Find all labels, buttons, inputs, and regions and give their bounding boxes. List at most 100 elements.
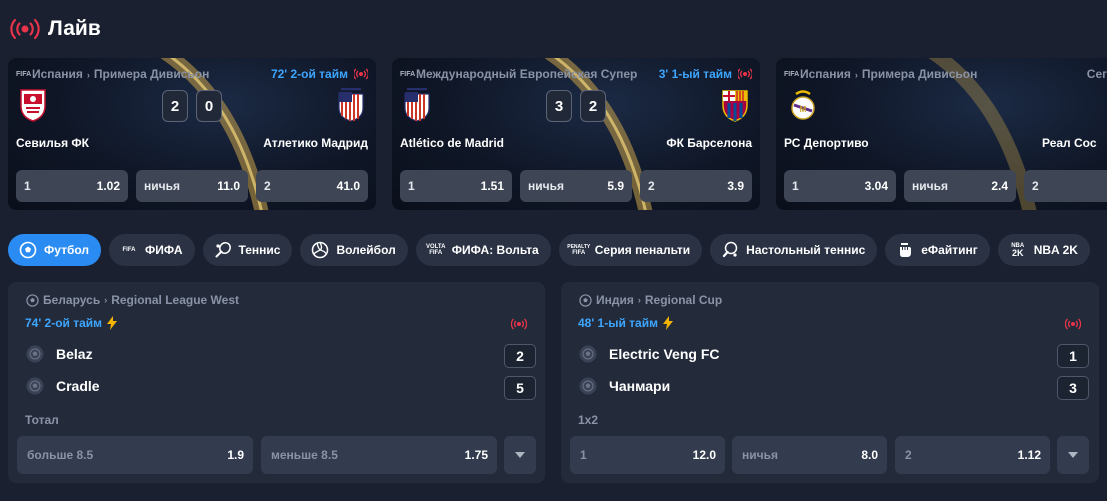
match-time: 74' 2-ой тайм (25, 316, 118, 330)
odd-button-home[interactable]: 1 1.02 (16, 170, 128, 202)
live-broadcast-icon (738, 68, 752, 80)
odd-button-draw[interactable]: ничья 8.0 (732, 436, 887, 474)
live-broadcast-icon (1065, 318, 1081, 330)
odd-button-draw[interactable]: ничья 11.0 (136, 170, 248, 202)
fifa-icon: FIFA (122, 247, 136, 253)
card-header: FIFA Испания › Примера Дивисьон 72' 2-ой т… (16, 66, 368, 82)
featured-card[interactable]: FIFA Международный Европейская Супер 3' … (392, 58, 760, 210)
away-team-name: Атлетико Мадрид (263, 136, 368, 150)
team-logo-placeholder-icon (26, 377, 44, 395)
odd-button-draw[interactable]: ничья 2.4 (904, 170, 1016, 202)
match-league: Индия › Regional Cup (579, 293, 722, 307)
nba2k-icon: NBA 2K (1011, 242, 1025, 258)
odd-button-away[interactable]: 2 3.9 (640, 170, 752, 202)
match-time: Сегодня (1086, 67, 1107, 81)
tab-football[interactable]: Футбол (8, 234, 102, 266)
live-broadcast-icon (354, 68, 368, 80)
fifa-icon: FIFA (784, 70, 800, 78)
home-score: 1 (1057, 344, 1089, 368)
tab-volleyball[interactable]: Волейбол (300, 234, 408, 266)
barcelona-crest-icon (722, 90, 748, 122)
away-score: 3 (1057, 376, 1089, 400)
atletico-crest-icon (404, 88, 430, 122)
match-time: 48' 1-ый тайм (578, 316, 674, 330)
odd-button-over[interactable]: больше 8.5 1.9 (17, 436, 253, 474)
tab-penalty[interactable]: PENALTY FIFA Серия пенальти (558, 234, 703, 266)
card-header: FIFA Испания›Примера Дивисьон Сегодня (784, 66, 1107, 82)
chevron-right-icon: › (86, 70, 90, 80)
card-header: FIFA Международный Европейская Супер 3' … (400, 66, 752, 82)
home-score: 3 (546, 90, 572, 122)
market-name: 1x2 (578, 413, 599, 427)
away-score: 2 (580, 90, 606, 122)
odd-button-home[interactable]: 1 1.51 (400, 170, 512, 202)
table-tennis-icon (720, 240, 740, 260)
team-logo-placeholder-icon (26, 345, 44, 363)
tab-nba2k[interactable]: NBA 2K NBA 2K (997, 234, 1090, 266)
home-team: Electric Veng FC (579, 345, 719, 363)
home-team-name: РС Депортиво (784, 136, 869, 150)
odd-button-away[interactable]: 2 41.0 (256, 170, 368, 202)
lightning-icon (107, 316, 118, 330)
soccer-ball-icon (26, 293, 39, 307)
team-logo-placeholder-icon (579, 345, 597, 363)
fist-icon (895, 240, 915, 260)
odd-button-home[interactable]: 1 3.04 (784, 170, 896, 202)
fifa-icon: FIFA (400, 70, 416, 78)
league-country: Испания (32, 67, 83, 81)
tab-efighting[interactable]: еФайтинг (885, 234, 990, 266)
soccer-ball-icon (18, 240, 38, 260)
featured-card[interactable]: FIFA Испания›Примера Дивисьон Сегодня M … (776, 58, 1107, 210)
tab-fifa-volta[interactable]: VOLTA FIFA ФИФА: Вольта (415, 234, 551, 266)
live-broadcast-icon (10, 17, 40, 41)
chevron-right-icon: › (854, 70, 858, 80)
league-name: Примера Дивисьон (861, 67, 978, 81)
away-score: 0 (196, 90, 222, 122)
live-broadcast-icon (511, 318, 527, 330)
tab-tennis[interactable]: Теннис (202, 234, 293, 266)
league-country: Испания (800, 67, 851, 81)
league-name: Примера Дивисьон (93, 67, 210, 81)
penalty-fifa-icon: PENALTY FIFA (567, 244, 591, 256)
away-team: Cradle (26, 377, 100, 395)
home-team-name: Atlético de Madrid (400, 136, 505, 150)
more-markets-button[interactable] (504, 436, 536, 474)
page-header: Лайв (10, 14, 101, 44)
sevilla-crest-icon (20, 89, 46, 122)
odd-button-home[interactable]: 1 12.0 (570, 436, 725, 474)
odd-button-draw[interactable]: ничья 5.9 (520, 170, 632, 202)
odd-button-away[interactable]: 2 1.12 (895, 436, 1050, 474)
match-card[interactable]: Индия › Regional Cup 48' 1-ый тайм Elect… (561, 282, 1099, 483)
match-time: 3' 1-ый тайм (658, 67, 732, 81)
away-team-name: ФК Барселона (666, 136, 752, 150)
svg-text:M: M (800, 105, 807, 114)
page-title: Лайв (48, 17, 101, 40)
tennis-racket-icon (213, 240, 233, 260)
lightning-icon (662, 316, 673, 330)
match-time: 72' 2-ой тайм (270, 67, 348, 81)
featured-carousel[interactable]: FIFA Испания › Примера Дивисьон 72' 2-ой т… (8, 58, 1107, 210)
match-card[interactable]: Беларусь › Regional League West 74' 2-ой… (8, 282, 545, 483)
tab-fifa[interactable]: FIFA ФИФА (109, 234, 195, 266)
real-madrid-crest-icon: M (791, 90, 815, 120)
chevron-down-icon (1068, 452, 1078, 458)
away-team-name: Реал Сос (1042, 136, 1097, 150)
featured-card[interactable]: FIFA Испания › Примера Дивисьон 72' 2-ой т… (8, 58, 376, 210)
odd-button-under[interactable]: меньше 8.5 1.75 (261, 436, 497, 474)
team-logo-placeholder-icon (579, 377, 597, 395)
sport-tabs: Футбол FIFA ФИФА Теннис Волейбол VOLTA FI… (8, 234, 1090, 266)
market-name: Тотал (25, 413, 59, 427)
home-score: 2 (504, 344, 536, 368)
tab-table-tennis[interactable]: Настольный теннис (710, 234, 878, 266)
chevron-right-icon: › (637, 295, 641, 305)
match-league: Беларусь › Regional League West (26, 293, 239, 307)
league-name: Международный Европейская Супер (416, 67, 638, 81)
more-markets-button[interactable] (1057, 436, 1089, 474)
fifa-icon: FIFA (16, 70, 32, 78)
away-score: 5 (504, 376, 536, 400)
away-team: Чанмари (579, 377, 670, 395)
odd-button-away[interactable]: 2 (1024, 170, 1107, 202)
home-team: Belaz (26, 345, 93, 363)
home-score: 2 (162, 90, 188, 122)
chevron-down-icon (515, 452, 525, 458)
